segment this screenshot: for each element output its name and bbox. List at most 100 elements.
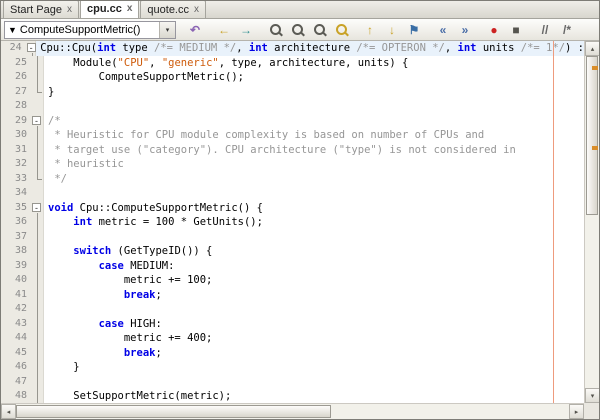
code-text[interactable]: [44, 186, 584, 201]
scroll-right-icon[interactable]: ▸: [569, 404, 584, 419]
code-text[interactable]: Cpu::Cpu(int type /*= MEDIUM */, int arc…: [36, 41, 584, 56]
code-line[interactable]: 26 ComputeSupportMetric();: [1, 70, 584, 85]
forward-icon[interactable]: →: [235, 19, 257, 41]
code-text[interactable]: */: [44, 172, 584, 187]
code-text[interactable]: * heuristic: [44, 157, 584, 172]
chevron-down-icon[interactable]: ▾: [159, 21, 175, 38]
code-line[interactable]: 43 case HIGH:: [1, 316, 584, 332]
shift-right-icon[interactable]: »: [454, 19, 476, 41]
code-line[interactable]: 29-/*: [1, 113, 584, 129]
horizontal-scroll-thumb[interactable]: [16, 405, 332, 418]
code-line[interactable]: 36 int metric = 100 * GetUnits();: [1, 215, 584, 230]
code-line[interactable]: 37: [1, 229, 584, 245]
code-line[interactable]: 33 */: [1, 171, 584, 187]
code-text[interactable]: metric += 100;: [44, 273, 584, 288]
fold-collapse-icon[interactable]: -: [32, 202, 41, 212]
code-line[interactable]: 41 break;: [1, 287, 584, 303]
fold-indicator[interactable]: -: [31, 200, 44, 215]
code-text[interactable]: }: [44, 360, 584, 375]
code-text[interactable]: case MEDIUM:: [44, 259, 584, 274]
code-text[interactable]: int metric = 100 * GetUnits();: [44, 215, 584, 230]
fold-collapse-icon[interactable]: -: [26, 43, 36, 53]
code-text[interactable]: * target use ("category"). CPU architect…: [44, 143, 584, 158]
code-segment-plain: ComputeSupportMetric();: [48, 71, 244, 83]
code-text[interactable]: SetSupportMetric(metric);: [44, 389, 584, 403]
tab-quote-cc[interactable]: quote.cc x: [140, 1, 206, 18]
find-icon: [269, 24, 281, 35]
stop-macro-recording-icon[interactable]: ■: [505, 19, 527, 41]
code-text[interactable]: metric += 400;: [44, 331, 584, 346]
code-line[interactable]: 38 switch (GetTypeID()) {: [1, 244, 584, 259]
start-macro-recording-icon[interactable]: ●: [483, 19, 505, 41]
code-line[interactable]: 31 * target use ("category"). CPU archit…: [1, 142, 584, 158]
code-text[interactable]: void Cpu::ComputeSupportMetric() {: [44, 201, 584, 216]
scroll-up-icon[interactable]: ▴: [585, 41, 599, 56]
close-icon[interactable]: x: [127, 4, 133, 14]
vertical-scrollbar[interactable]: ▴ ▾: [584, 41, 599, 403]
error-stripe-mark[interactable]: [592, 66, 598, 71]
back-icon[interactable]: ←: [213, 19, 235, 41]
shift-left-icon[interactable]: «: [432, 19, 454, 41]
member-selector-combobox[interactable]: ▼ ComputeSupportMetric() ▾: [4, 20, 176, 39]
code-line[interactable]: 39 case MEDIUM:: [1, 258, 584, 274]
code-text[interactable]: [44, 99, 584, 114]
toggle-bookmark-icon[interactable]: ⚑: [403, 19, 425, 41]
member-filter-icon: ▼: [8, 24, 17, 35]
code-line[interactable]: 48 SetSupportMetric(metric);: [1, 389, 584, 403]
tab-cpu-cc[interactable]: cpu.cc x: [79, 1, 140, 18]
error-stripe-mark[interactable]: [592, 145, 598, 150]
code-line[interactable]: 42: [1, 302, 584, 317]
last-edit-location-icon[interactable]: ↶: [184, 19, 206, 41]
next-bookmark-icon[interactable]: ↓: [381, 19, 403, 41]
fold-collapse-icon[interactable]: -: [32, 115, 41, 125]
code-line[interactable]: 44 metric += 400;: [1, 331, 584, 346]
code-text[interactable]: * Heuristic for CPU module complexity is…: [44, 128, 584, 143]
fold-indicator[interactable]: -: [25, 41, 37, 56]
vertical-scroll-thumb[interactable]: [586, 56, 598, 216]
close-icon[interactable]: x: [194, 4, 199, 15]
fold-indicator[interactable]: -: [31, 113, 44, 128]
horizontal-scrollbar[interactable]: ◂ ▸: [1, 403, 584, 419]
code-line[interactable]: 27}: [1, 84, 584, 100]
horizontal-scroll-track[interactable]: [16, 404, 569, 419]
code-line[interactable]: 45 break;: [1, 345, 584, 361]
code-segment-comment: * target use ("category"). CPU architect…: [48, 143, 516, 156]
find-previous-icon[interactable]: [308, 19, 330, 41]
code-line[interactable]: 40 metric += 100;: [1, 273, 584, 288]
comment-icon[interactable]: //: [534, 19, 556, 41]
code-text[interactable]: [44, 375, 584, 390]
previous-bookmark-icon[interactable]: ↑: [359, 19, 381, 41]
code-text[interactable]: Module("CPU", "generic", type, architect…: [44, 56, 584, 71]
code-line[interactable]: 28: [1, 99, 584, 114]
scroll-down-icon[interactable]: ▾: [585, 388, 599, 403]
code-text[interactable]: case HIGH:: [44, 317, 584, 332]
vertical-scroll-track[interactable]: [585, 56, 599, 388]
code-line[interactable]: 24- Cpu::Cpu(int type /*= MEDIUM */, int …: [1, 41, 584, 56]
code-line[interactable]: 46 }: [1, 360, 584, 375]
find-next-icon[interactable]: [286, 19, 308, 41]
code-segment-comment: * heuristic: [48, 158, 124, 170]
find-icon[interactable]: [264, 19, 286, 41]
code-line[interactable]: 35- void Cpu::ComputeSupportMetric() {: [1, 200, 584, 216]
code-line[interactable]: 34: [1, 186, 584, 201]
close-icon[interactable]: x: [67, 4, 72, 15]
tab-start-page[interactable]: Start Page x: [3, 1, 79, 18]
code-line[interactable]: 32 * heuristic: [1, 157, 584, 172]
code-text[interactable]: [44, 302, 584, 317]
editor-body: 24- Cpu::Cpu(int type /*= MEDIUM */, int …: [1, 41, 584, 403]
scroll-left-icon[interactable]: ◂: [1, 404, 16, 419]
uncomment-icon[interactable]: /*: [556, 19, 578, 41]
toggle-highlight-icon[interactable]: [330, 19, 352, 41]
code-editor[interactable]: 24- Cpu::Cpu(int type /*= MEDIUM */, int …: [1, 41, 584, 403]
code-text[interactable]: [44, 230, 584, 245]
code-line[interactable]: 25 Module("CPU", "generic", type, archit…: [1, 55, 584, 71]
code-text[interactable]: break;: [44, 288, 584, 303]
code-text[interactable]: switch (GetTypeID()) {: [44, 244, 584, 259]
code-line[interactable]: 30 * Heuristic for CPU module complexity…: [1, 128, 584, 143]
code-text[interactable]: break;: [44, 346, 584, 361]
code-text[interactable]: }: [44, 85, 584, 100]
code-line[interactable]: 47: [1, 374, 584, 390]
code-text[interactable]: /*: [44, 114, 584, 129]
fold-indicator: [31, 374, 44, 389]
code-text[interactable]: ComputeSupportMetric();: [44, 70, 584, 85]
